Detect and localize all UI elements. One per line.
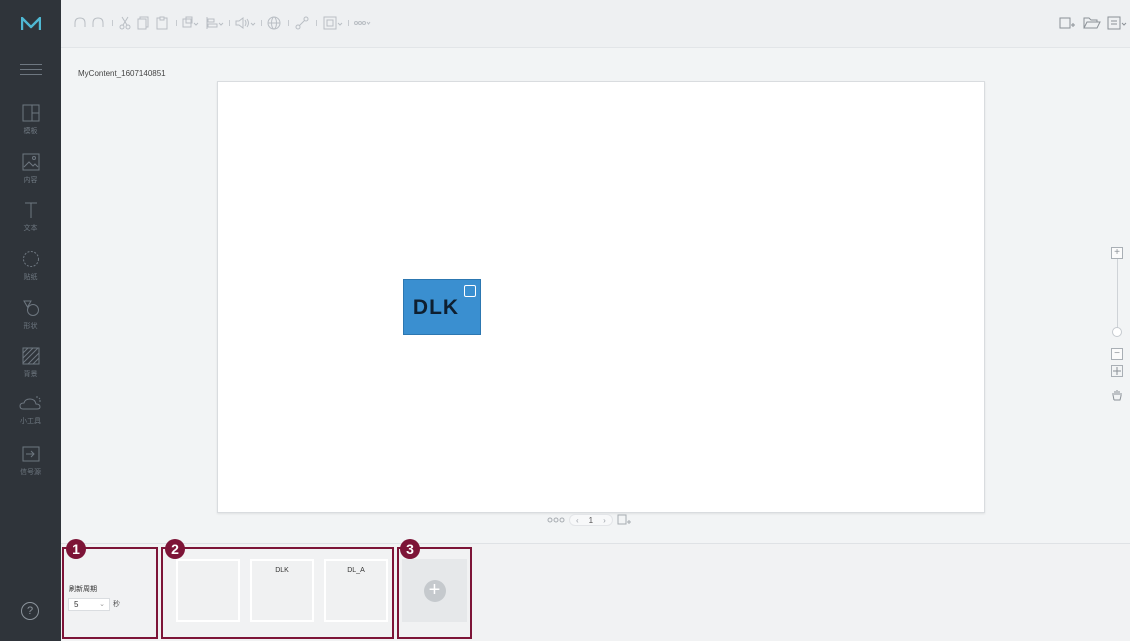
align-icon[interactable]: [206, 16, 224, 32]
widget-icon: [18, 396, 41, 410]
document-filename: MyContent_1607140851: [78, 69, 166, 78]
sidebar-item-label: 文本: [23, 224, 38, 232]
sidebar-item-background[interactable]: 背景: [0, 347, 61, 379]
callout-number: 2: [165, 539, 185, 559]
template-icon: [22, 104, 39, 122]
pan-hand-icon[interactable]: [1111, 388, 1125, 406]
page-navigation: ‹ 1 ›: [547, 513, 631, 527]
content-canvas[interactable]: DLK: [217, 81, 985, 513]
page-thumbnail[interactable]: DLK: [250, 559, 314, 622]
sidebar-item-shape[interactable]: 形状: [0, 299, 61, 331]
widget-label: DLK: [412, 296, 460, 319]
web-icon[interactable]: [267, 16, 283, 32]
undo-icon[interactable]: [73, 16, 87, 32]
sidebar-item-content[interactable]: 内容: [0, 153, 61, 185]
left-sidebar: 模板 内容 文本 贴纸 形状 背景 小工具 信号源 ?: [0, 0, 61, 641]
sound-icon[interactable]: [235, 16, 257, 32]
linked-content-icon: [464, 285, 476, 297]
image-icon: [22, 153, 39, 171]
sidebar-item-label: 信号源: [20, 468, 41, 476]
arrange-icon[interactable]: [182, 16, 200, 32]
current-page-number: 1: [588, 515, 594, 525]
link-icon[interactable]: [295, 16, 309, 32]
sidebar-item-template[interactable]: 模板: [0, 104, 61, 136]
refresh-period-value: 5: [74, 600, 79, 609]
zoom-out-button[interactable]: −: [1111, 348, 1123, 360]
sticker-icon: [22, 251, 39, 267]
next-page-button[interactable]: ›: [603, 516, 606, 525]
open-folder-icon[interactable]: [1083, 16, 1101, 32]
refresh-period-select[interactable]: 5 ⌄: [68, 598, 110, 611]
top-toolbar: [61, 0, 1130, 48]
help-button[interactable]: ?: [21, 602, 39, 620]
sidebar-item-label: 模板: [23, 127, 38, 135]
add-page-icon[interactable]: [617, 514, 631, 526]
callout-number: 3: [400, 539, 420, 559]
sidebar-item-widget[interactable]: 小工具: [0, 394, 61, 426]
copy-icon[interactable]: [137, 16, 149, 32]
dlk-widget[interactable]: DLK: [403, 279, 481, 335]
sidebar-item-input-source[interactable]: 信号源: [0, 445, 61, 477]
zoom-control: + −: [1111, 247, 1125, 406]
refresh-period-label: 刷新周期: [69, 585, 97, 593]
layout-icon[interactable]: [323, 16, 345, 32]
page-thumbnail[interactable]: DL_A: [324, 559, 388, 622]
text-icon: [24, 202, 37, 218]
shape-icon: [22, 300, 39, 316]
page-thumbnail-label: DL_A: [347, 567, 365, 574]
input-source-icon: [22, 446, 39, 462]
chevron-down-icon: ⌄: [99, 601, 105, 608]
paste-icon[interactable]: [156, 16, 168, 32]
page-thumbnail[interactable]: [176, 559, 240, 622]
plus-icon: +: [423, 579, 446, 602]
sidebar-item-label: 内容: [23, 176, 38, 184]
add-page-button[interactable]: +: [402, 559, 467, 622]
sidebar-item-label: 小工具: [20, 417, 41, 425]
zoom-slider-track[interactable]: [1117, 259, 1118, 329]
save-icon[interactable]: [1107, 16, 1129, 32]
page-overview-icon[interactable]: [547, 516, 565, 524]
app-logo[interactable]: [0, 0, 61, 48]
background-icon: [22, 347, 39, 365]
fit-screen-icon[interactable]: [1111, 364, 1125, 382]
page-thumbnail-label: DLK: [275, 567, 289, 574]
menu-icon[interactable]: [20, 60, 42, 76]
sidebar-item-text[interactable]: 文本: [0, 201, 61, 233]
more-icon[interactable]: [353, 16, 373, 32]
zoom-in-button[interactable]: +: [1111, 247, 1123, 259]
new-content-icon[interactable]: [1059, 16, 1075, 32]
sidebar-item-label: 形状: [23, 322, 38, 330]
sidebar-item-sticker[interactable]: 贴纸: [0, 250, 61, 282]
cut-icon[interactable]: [119, 16, 131, 32]
sidebar-item-label: 贴纸: [23, 273, 38, 281]
redo-icon[interactable]: [91, 16, 105, 32]
page-pager: ‹ 1 ›: [569, 514, 613, 526]
prev-page-button[interactable]: ‹: [576, 516, 579, 525]
callout-number: 1: [66, 539, 86, 559]
zoom-slider-handle[interactable]: [1112, 327, 1122, 337]
refresh-period-unit: 秒: [113, 600, 120, 608]
sidebar-item-label: 背景: [23, 370, 38, 378]
